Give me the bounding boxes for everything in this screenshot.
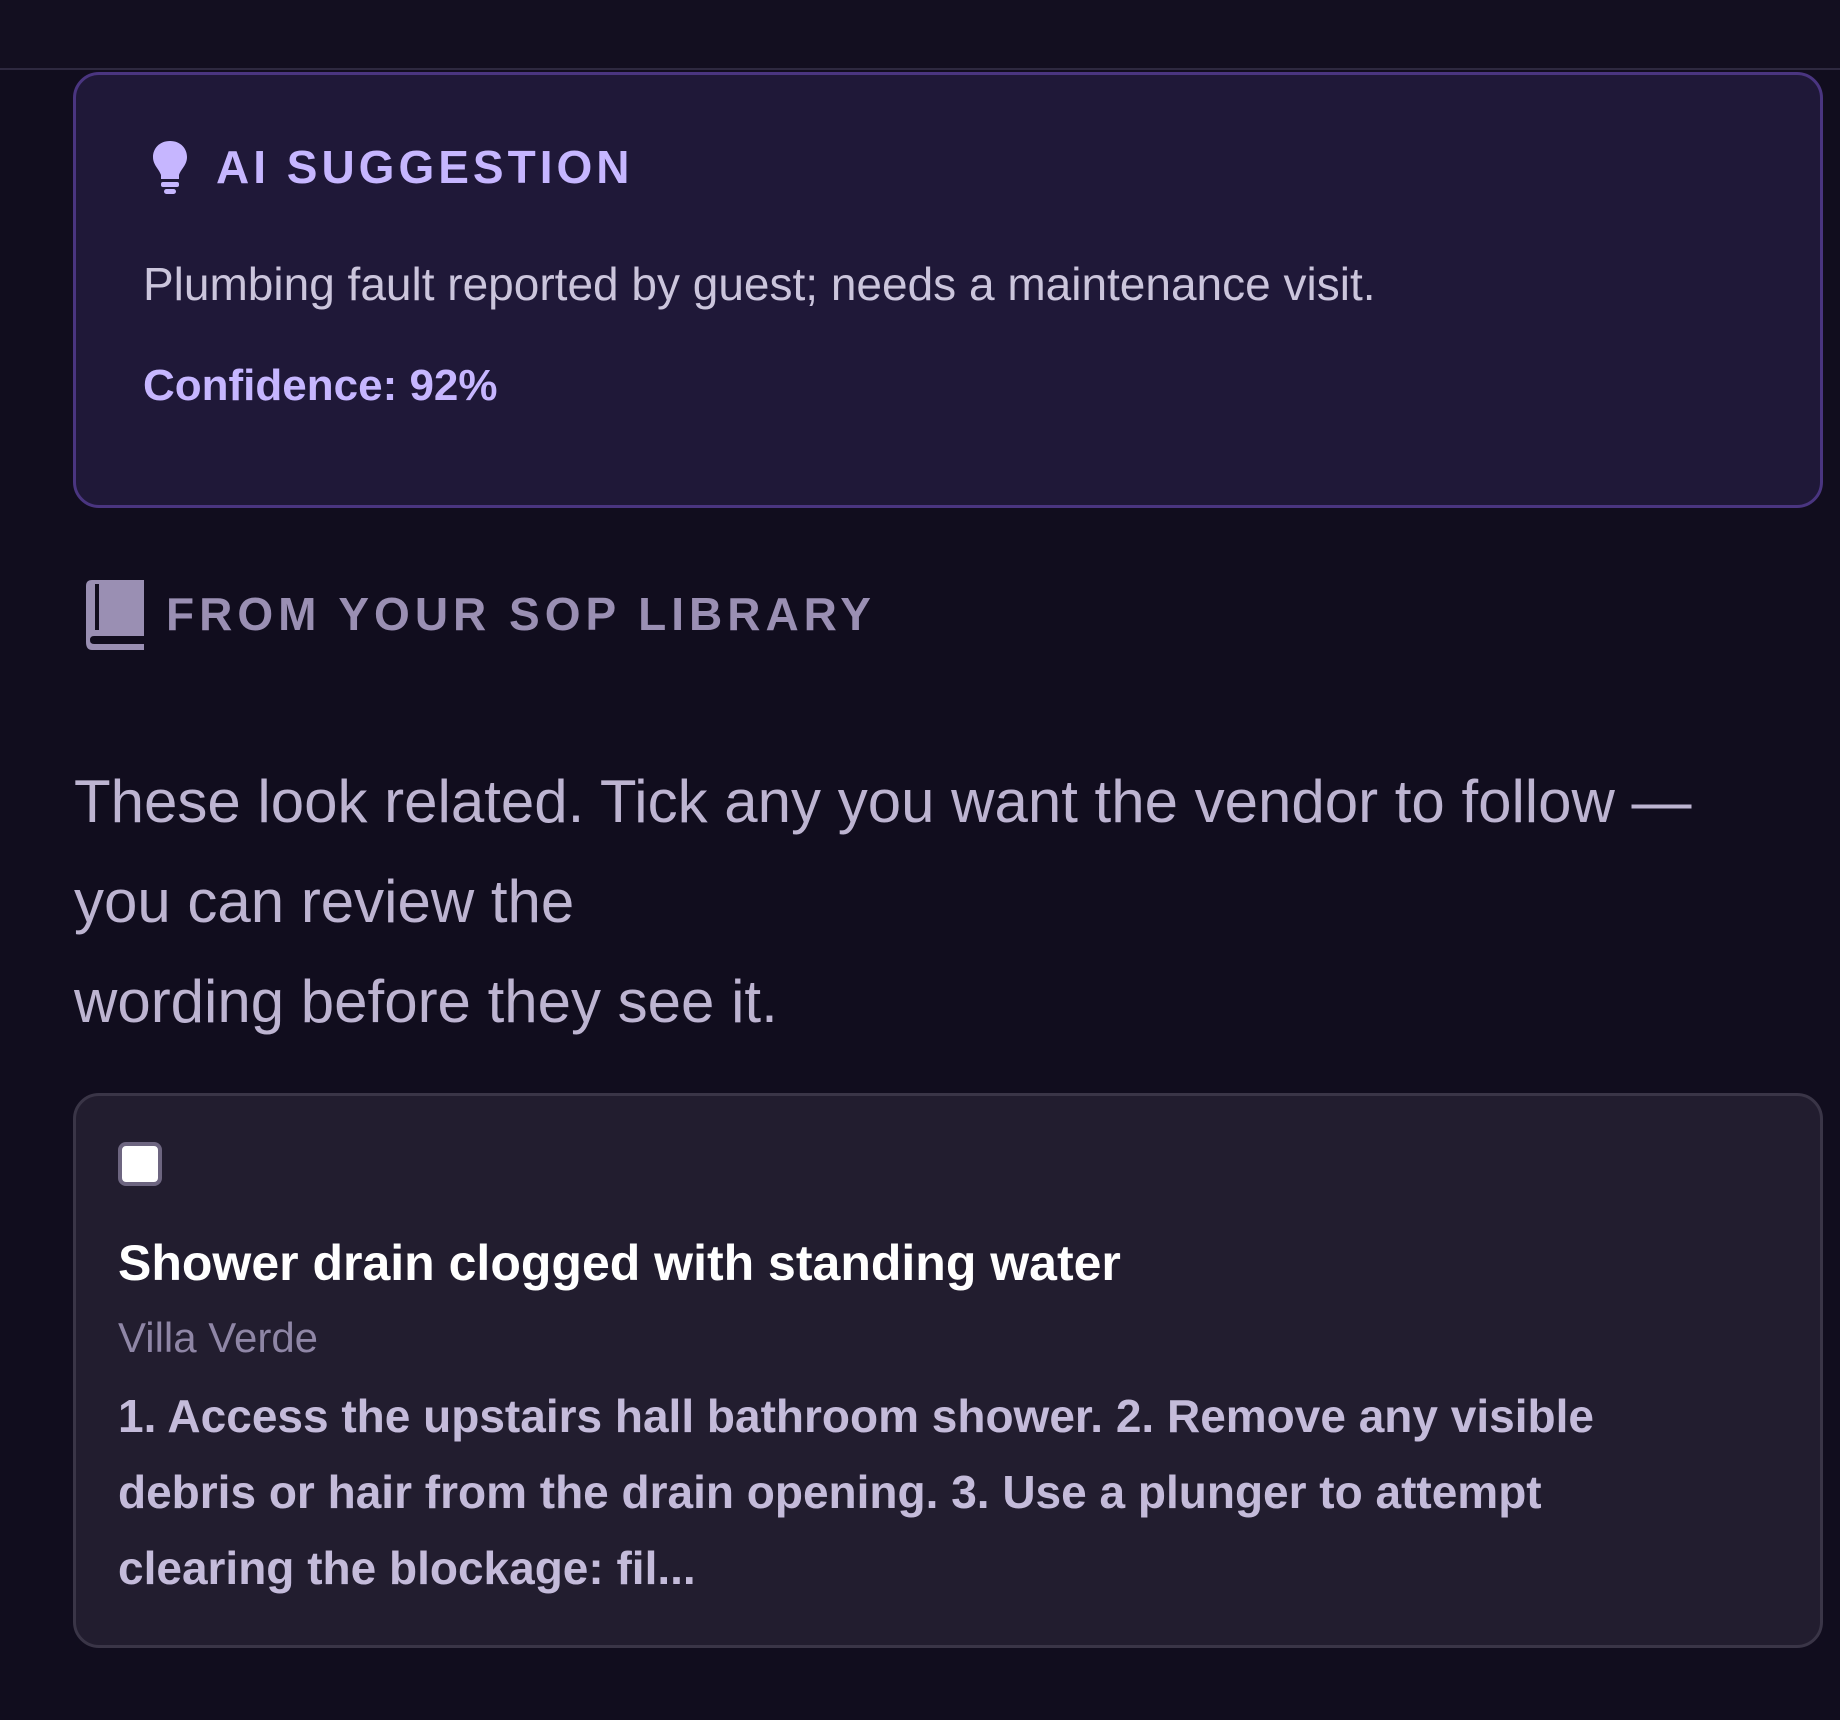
- confidence-score: Confidence: 92%: [143, 361, 498, 410]
- intro-line: wording before they see it.: [74, 968, 778, 1035]
- sop-item-title: Shower drain clogged with standing water: [118, 1235, 1121, 1291]
- book-icon: [80, 578, 144, 650]
- instruction-line: clearing the blockage: fil...: [118, 1542, 696, 1594]
- sop-item-checkbox[interactable]: [118, 1142, 162, 1186]
- ai-suggestion-header: AI SUGGESTION: [150, 139, 633, 195]
- intro-line: These look related. Tick any you want th…: [74, 768, 1692, 835]
- sop-item-instructions: 1. Access the upstairs hall bathroom sho…: [118, 1378, 1778, 1606]
- lightbulb-icon: [150, 139, 190, 195]
- sop-library-title: FROM YOUR SOP LIBRARY: [166, 588, 876, 640]
- sop-library-header: FROM YOUR SOP LIBRARY: [80, 578, 876, 650]
- ai-suggestion-summary: Plumbing fault reported by guest; needs …: [143, 258, 1376, 310]
- ai-suggestion-card: AI SUGGESTION Plumbing fault reported by…: [73, 72, 1823, 508]
- instruction-line: 1. Access the upstairs hall bathroom sho…: [118, 1390, 1594, 1442]
- intro-line: you can review the: [74, 868, 575, 935]
- sop-item-property: Villa Verde: [118, 1314, 319, 1361]
- top-bar: [0, 0, 1840, 70]
- instruction-line: debris or hair from the drain opening. 3…: [118, 1466, 1542, 1518]
- sop-intro-text: These look related. Tick any you want th…: [74, 752, 1834, 1052]
- sop-item-card[interactable]: Shower drain clogged with standing water…: [73, 1093, 1823, 1648]
- ai-suggestion-title: AI SUGGESTION: [216, 141, 634, 193]
